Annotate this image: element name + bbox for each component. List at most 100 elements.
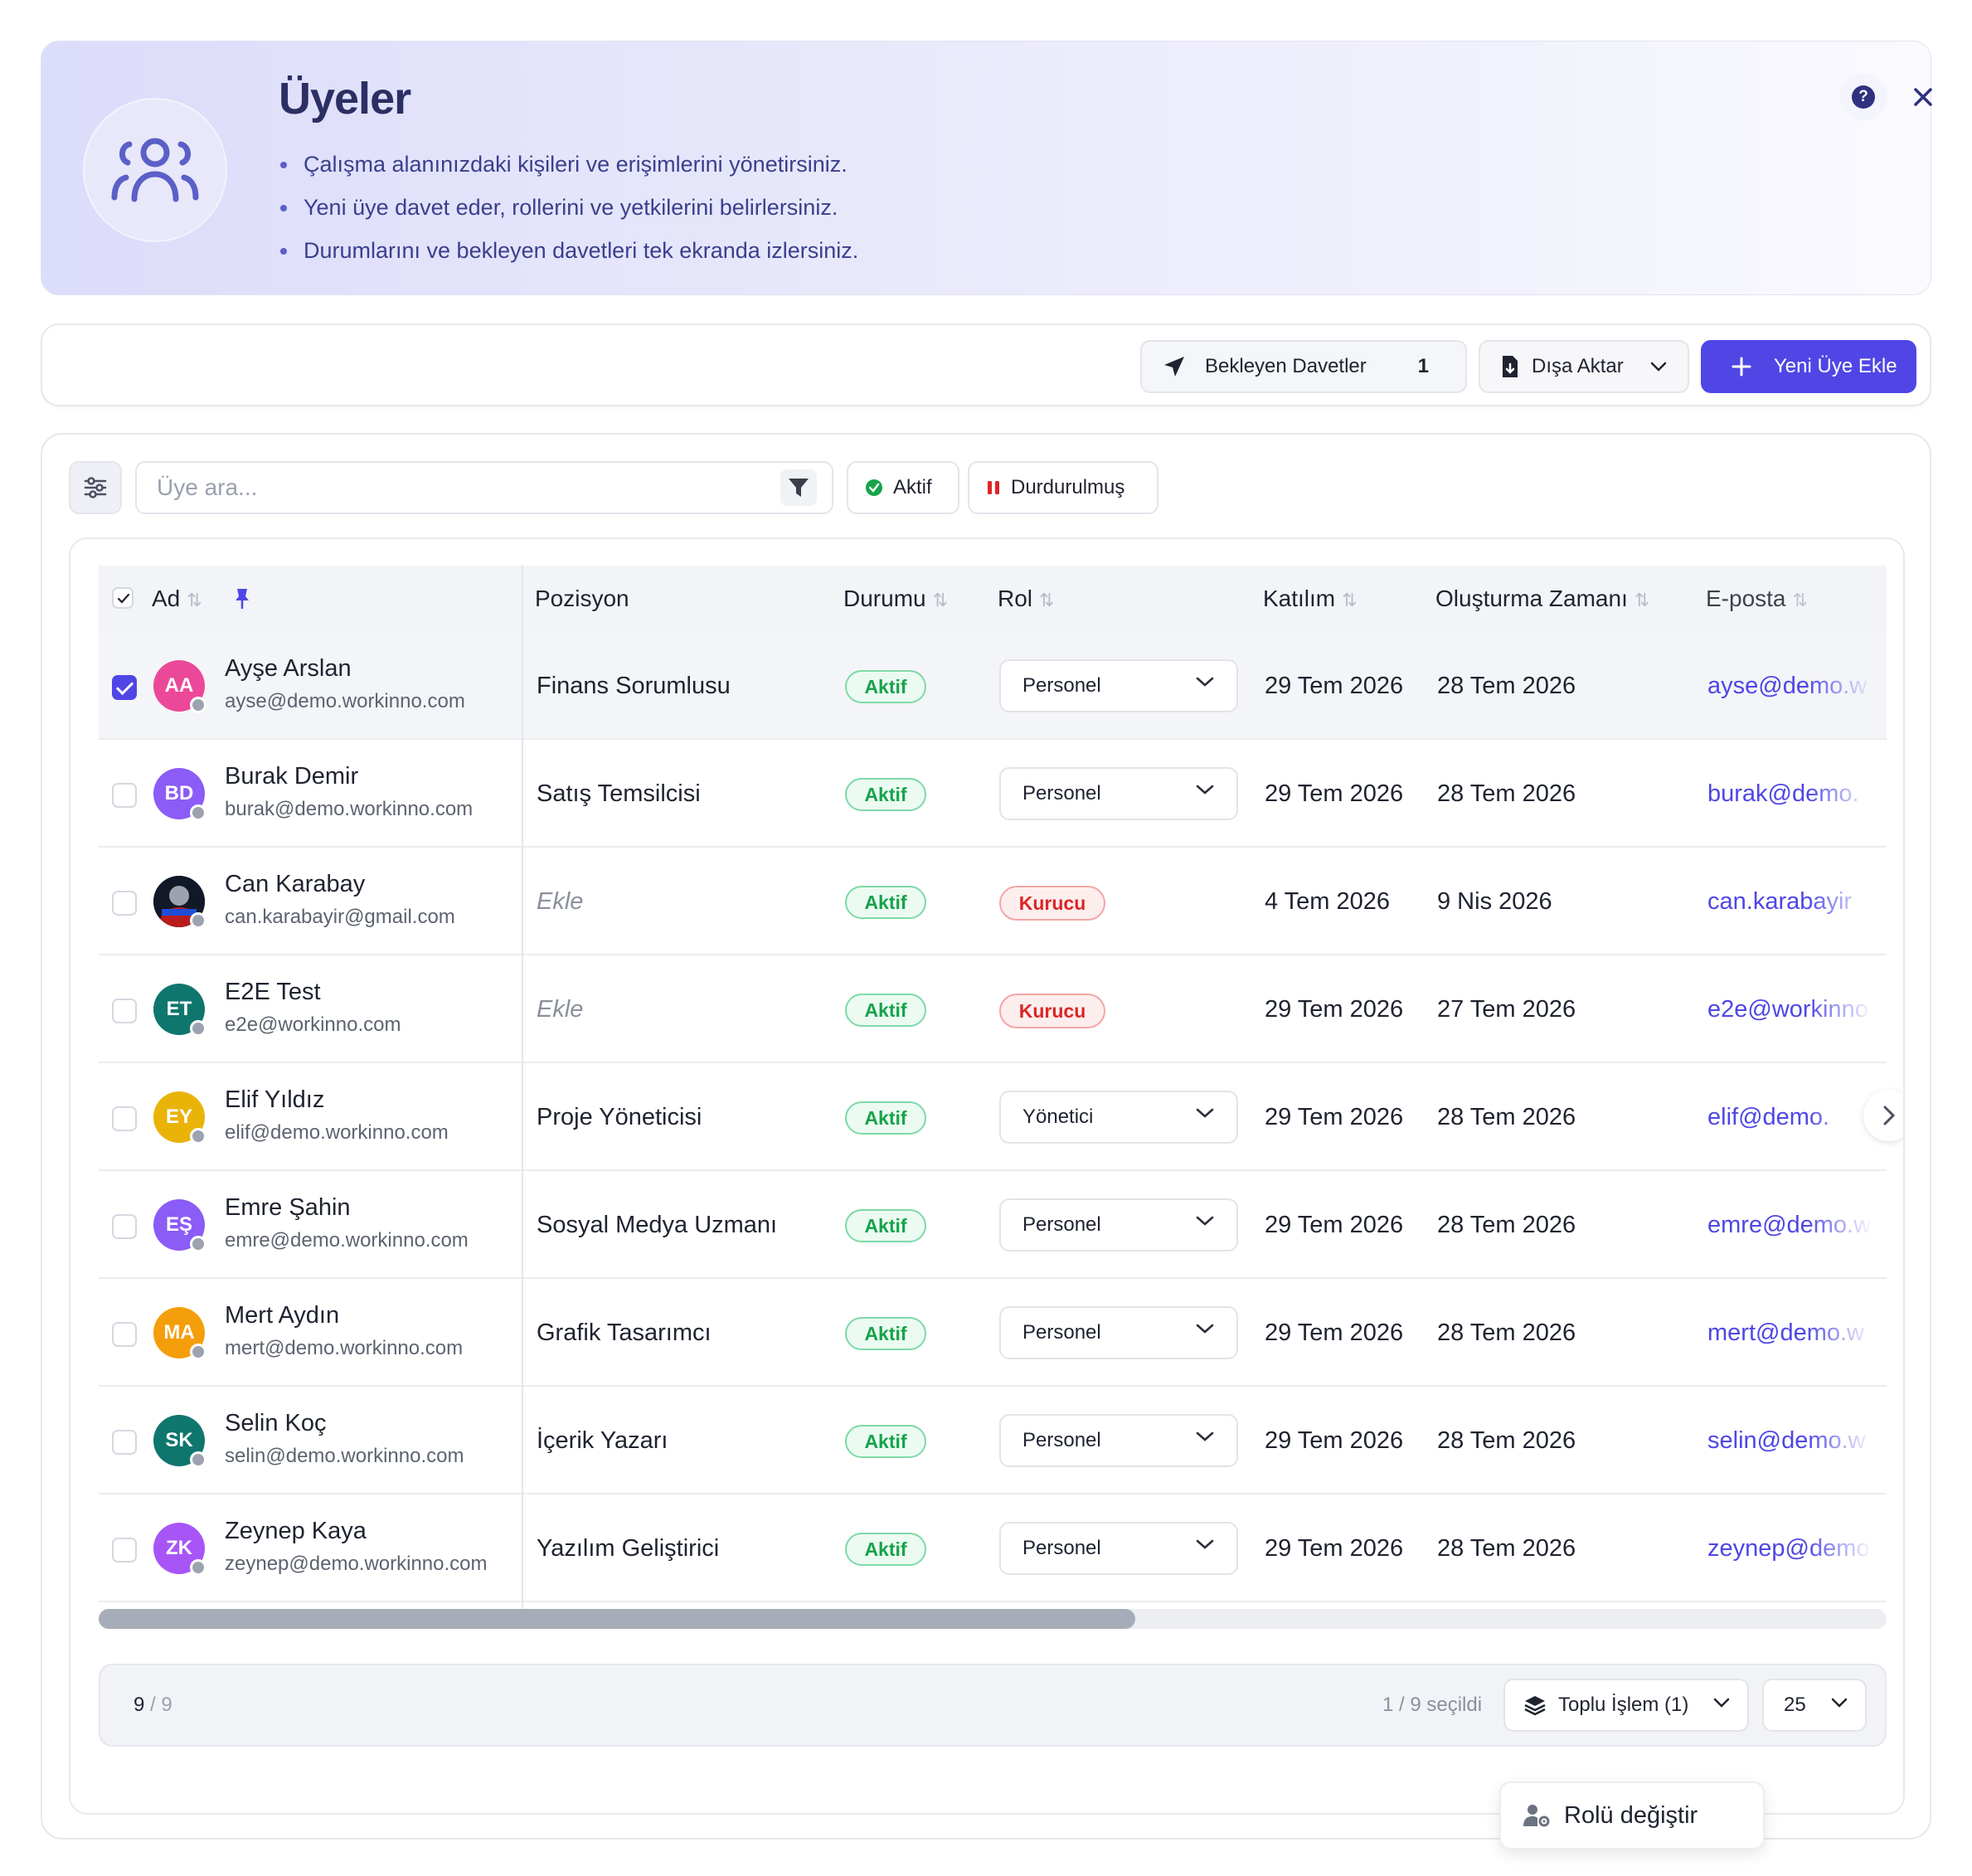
email-link[interactable]: can.karabayir — [1707, 848, 1873, 955]
column-header-joined[interactable]: Katılım ⇅ — [1263, 566, 1358, 632]
member-position[interactable]: Ekle — [537, 848, 583, 955]
row-checkbox[interactable] — [112, 999, 137, 1023]
member-position[interactable]: Satış Temsilcisi — [537, 740, 701, 848]
column-header-name[interactable]: Ad ⇅ — [152, 566, 202, 632]
table-row[interactable]: AA Ayşe Arslan ayse@demo.workinno.com Finan… — [99, 632, 1887, 740]
bulk-actions-label: Toplu İşlem (1) — [1558, 1694, 1689, 1716]
column-settings-button[interactable] — [69, 461, 122, 514]
status-badge: Aktif — [845, 1533, 926, 1566]
horizontal-scrollbar[interactable] — [99, 1609, 1887, 1629]
pin-icon[interactable] — [233, 587, 251, 610]
pending-invites-button[interactable]: Bekleyen Davetler 1 — [1140, 340, 1467, 393]
bulk-actions-dropdown[interactable]: Toplu İşlem (1) — [1503, 1679, 1749, 1732]
column-header-role-label: Rol — [998, 586, 1033, 611]
avatar: SK — [153, 1415, 206, 1468]
member-name[interactable]: Ayşe Arslan — [225, 655, 352, 683]
email-link[interactable]: ayse@demo.w — [1707, 632, 1873, 740]
row-checkbox[interactable] — [112, 1214, 137, 1239]
row-checkbox[interactable] — [112, 675, 137, 700]
member-position[interactable]: İçerik Yazarı — [537, 1387, 668, 1494]
email-link[interactable]: selin@demo.w — [1707, 1387, 1873, 1494]
bulk-menu-change-role-label: Rolü değiştir — [1564, 1801, 1698, 1829]
status-filter-active[interactable]: Aktif — [847, 461, 959, 514]
joined-date: 29 Tem 2026 — [1265, 1320, 1404, 1346]
role-select[interactable]: Personel — [999, 659, 1238, 712]
role-select-value: Personel — [1022, 1321, 1101, 1344]
email-link[interactable]: mert@demo.w — [1707, 1279, 1873, 1387]
add-member-button[interactable]: Yeni Üye Ekle — [1701, 340, 1916, 393]
email-link[interactable]: elif@demo. — [1707, 1063, 1873, 1171]
joined-date: 29 Tem 2026 — [1265, 996, 1404, 1023]
table-row[interactable]: Can Karabay can.karabayir@gmail.com Ekle Ak… — [99, 848, 1887, 955]
chevron-down-icon — [1713, 1698, 1730, 1708]
role-select[interactable]: Personel — [999, 1414, 1238, 1467]
member-name[interactable]: Burak Demir — [225, 763, 358, 790]
column-header-status[interactable]: Durumu ⇅ — [843, 566, 948, 632]
column-header-created[interactable]: Oluşturma Zamanı ⇅ — [1435, 566, 1649, 632]
role-select[interactable]: Yönetici — [999, 1091, 1238, 1144]
filter-button[interactable] — [780, 469, 817, 506]
joined-date: 29 Tem 2026 — [1265, 673, 1404, 699]
sort-icon: ⇅ — [1634, 590, 1650, 610]
column-header-role[interactable]: Rol ⇅ — [998, 566, 1054, 632]
presence-dot — [190, 697, 206, 713]
row-checkbox[interactable] — [112, 1538, 137, 1563]
column-header-position[interactable]: Pozisyon — [535, 566, 629, 632]
row-checkbox[interactable] — [112, 1106, 137, 1131]
member-position[interactable]: Grafik Tasarımcı — [537, 1279, 712, 1387]
member-position[interactable]: Yazılım Geliştirici — [537, 1494, 719, 1602]
email-link[interactable]: emre@demo.w — [1707, 1171, 1873, 1279]
row-checkbox[interactable] — [112, 891, 137, 916]
member-position[interactable]: Proje Yöneticisi — [537, 1063, 702, 1171]
member-email: selin@demo.workinno.com — [225, 1445, 464, 1467]
row-checkbox[interactable] — [112, 1322, 137, 1347]
export-dropdown[interactable]: Dışa Aktar — [1479, 340, 1689, 393]
table-row[interactable]: ZK Zeynep Kaya zeynep@demo.workinno.com Yaz… — [99, 1494, 1887, 1602]
send-icon — [1164, 357, 1184, 377]
row-checkbox[interactable] — [112, 1430, 137, 1455]
table-row[interactable]: SK Selin Koç selin@demo.workinno.com İçerik… — [99, 1387, 1887, 1494]
role-select[interactable]: Personel — [999, 1522, 1238, 1575]
close-button[interactable] — [1899, 73, 1947, 121]
select-all-checkbox[interactable] — [112, 587, 134, 609]
member-name[interactable]: Elif Yıldız — [225, 1086, 324, 1114]
member-name[interactable]: Can Karabay — [225, 871, 365, 898]
scrollbar-thumb[interactable] — [99, 1609, 1135, 1629]
table-row[interactable]: BD Burak Demir burak@demo.workinno.com Satı… — [99, 740, 1887, 848]
member-name[interactable]: Mert Aydın — [225, 1302, 339, 1329]
help-button[interactable]: ? — [1839, 73, 1887, 121]
email-link[interactable]: burak@demo. — [1707, 740, 1873, 848]
status-badge: Aktif — [845, 886, 926, 919]
table-row[interactable]: EŞ Emre Şahin emre@demo.workinno.com Sosyal… — [99, 1171, 1887, 1279]
member-position[interactable]: Sosyal Medya Uzmanı — [537, 1171, 777, 1279]
member-name[interactable]: Emre Şahin — [225, 1194, 351, 1222]
column-header-email[interactable]: E-posta ⇅ — [1706, 566, 1808, 632]
chevron-down-icon — [1196, 1539, 1214, 1549]
email-link[interactable]: zeynep@demo — [1707, 1494, 1873, 1602]
member-position[interactable]: Ekle — [537, 955, 583, 1063]
email-link[interactable]: e2e@workinno — [1707, 955, 1873, 1063]
members-table: Ad ⇅ Pozisyon Durumu ⇅ Rol ⇅ Katılım ⇅ Oluşt… — [69, 537, 1905, 1815]
member-name[interactable]: E2E Test — [225, 979, 321, 1006]
member-name[interactable]: Selin Koç — [225, 1410, 327, 1437]
close-icon — [1914, 88, 1932, 106]
table-row[interactable]: ET E2E Test e2e@workinno.com Ekle Aktif Kuruc… — [99, 955, 1887, 1063]
table-row[interactable]: EY Elif Yıldız elif@demo.workinno.com Proje… — [99, 1063, 1887, 1171]
avatar-initials: EŞ — [165, 1213, 192, 1236]
role-select[interactable]: Personel — [999, 1198, 1238, 1251]
role-select[interactable]: Personel — [999, 767, 1238, 820]
search-input[interactable] — [157, 463, 737, 513]
table-row[interactable]: MA Mert Aydın mert@demo.workinno.com Grafik… — [99, 1279, 1887, 1387]
chevron-down-icon — [1650, 362, 1667, 372]
page-size-select[interactable]: 25 — [1762, 1679, 1867, 1732]
row-checkbox[interactable] — [112, 783, 137, 808]
member-position[interactable]: Finans Sorumlusu — [537, 632, 731, 740]
plus-icon — [1732, 357, 1751, 377]
role-select[interactable]: Personel — [999, 1306, 1238, 1359]
member-name[interactable]: Zeynep Kaya — [225, 1518, 367, 1545]
status-badge: Aktif — [845, 670, 926, 703]
funnel-icon — [789, 479, 809, 497]
presence-dot — [190, 1020, 206, 1037]
status-filter-paused[interactable]: Durdurulmuş — [968, 461, 1158, 514]
bulk-menu-change-role[interactable]: Rolü değiştir — [1499, 1781, 1765, 1849]
